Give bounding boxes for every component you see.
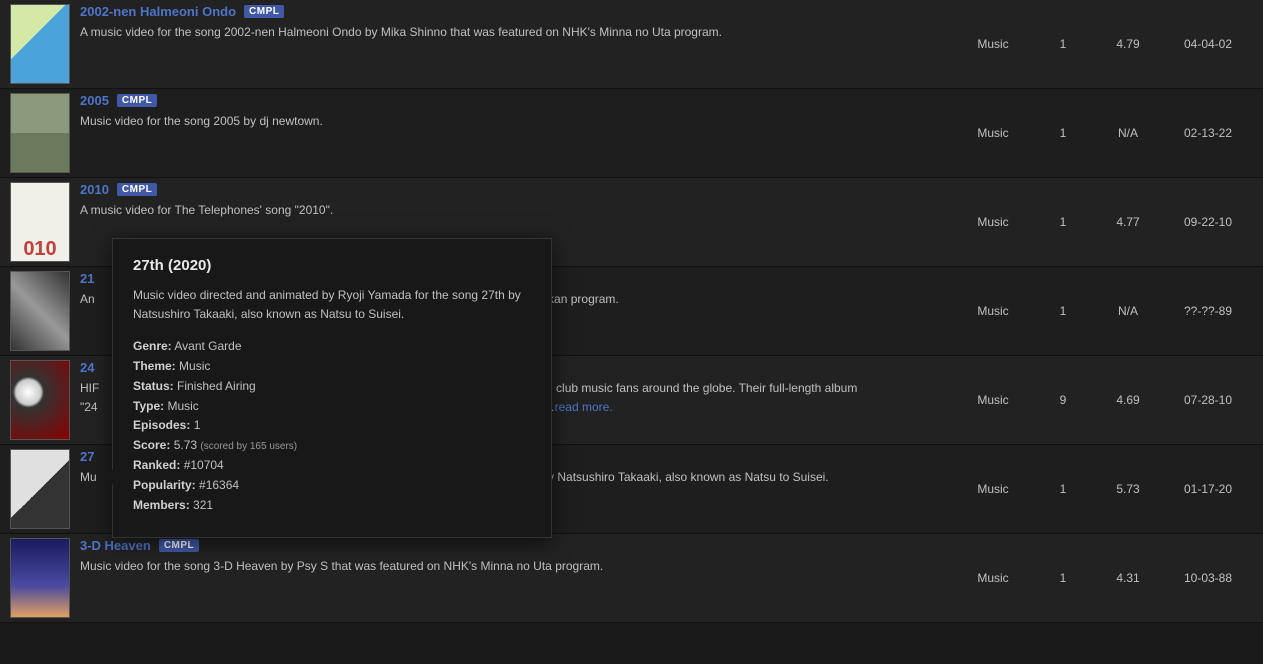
title-link[interactable]: 2010 [80, 182, 109, 197]
score-cell: 4.69 [1093, 393, 1163, 407]
title-line: 2005 CMPL [80, 93, 943, 108]
hover-card-title: 27th (2020) [133, 257, 531, 274]
table-row: 2002-nen Halmeoni Ondo CMPL A music vide… [0, 0, 1263, 89]
thumbnail[interactable] [10, 271, 70, 351]
score-cell: 4.31 [1093, 571, 1163, 585]
description: A music video for the song 2002-nen Halm… [80, 23, 943, 42]
type-cell: Music [953, 571, 1033, 585]
hover-card-genre: Genre: Avant Garde [133, 337, 531, 357]
desc-fragment: An [80, 292, 95, 306]
episodes-cell: 1 [1033, 37, 1093, 51]
hover-card-popularity: Popularity: #16364 [133, 476, 531, 496]
type-cell: Music [953, 304, 1033, 318]
score-cell: 5.73 [1093, 482, 1163, 496]
date-cell: 04-04-02 [1163, 37, 1253, 51]
thumbnail[interactable]: 010 [10, 182, 70, 262]
description: Music video for the song 3-D Heaven by P… [80, 557, 943, 576]
read-more-link[interactable]: read more. [555, 400, 613, 414]
hover-card-score: Score: 5.73 (scored by 165 users) [133, 436, 531, 456]
title-line: 2002-nen Halmeoni Ondo CMPL [80, 4, 943, 19]
main-column: 3-D Heaven CMPL Music video for the song… [80, 538, 953, 576]
date-cell: 02-13-22 [1163, 126, 1253, 140]
main-column: 2010 CMPL A music video for The Telephon… [80, 182, 953, 220]
title-line: 3-D Heaven CMPL [80, 538, 943, 553]
hover-card-ranked: Ranked: #10704 [133, 456, 531, 476]
table-row: 3-D Heaven CMPL Music video for the song… [0, 534, 1263, 623]
hover-card-status: Status: Finished Airing [133, 377, 531, 397]
score-cell: N/A [1093, 126, 1163, 140]
table-row: 2005 CMPL Music video for the song 2005 … [0, 89, 1263, 178]
type-cell: Music [953, 37, 1033, 51]
list-container: 2002-nen Halmeoni Ondo CMPL A music vide… [0, 0, 1263, 623]
desc-fragment: by Natsushiro Takaaki, also known as Nat… [541, 470, 828, 484]
date-cell: 10-03-88 [1163, 571, 1253, 585]
description: Music video for the song 2005 by dj newt… [80, 112, 943, 131]
thumbnail[interactable] [10, 93, 70, 173]
title-line: 2010 CMPL [80, 182, 943, 197]
title-link[interactable]: 2005 [80, 93, 109, 108]
status-badge: CMPL [244, 5, 284, 18]
thumbnail[interactable] [10, 4, 70, 84]
type-cell: Music [953, 126, 1033, 140]
episodes-cell: 1 [1033, 126, 1093, 140]
type-cell: Music [953, 393, 1033, 407]
episodes-cell: 1 [1033, 304, 1093, 318]
score-cell: 4.77 [1093, 215, 1163, 229]
type-cell: Music [953, 482, 1033, 496]
main-column: 2002-nen Halmeoni Ondo CMPL A music vide… [80, 4, 953, 42]
thumbnail[interactable] [10, 538, 70, 618]
hover-card-members: Members: 321 [133, 496, 531, 516]
title-link[interactable]: 3-D Heaven [80, 538, 151, 553]
date-cell: ??-??-89 [1163, 304, 1253, 318]
episodes-cell: 1 [1033, 215, 1093, 229]
main-column: 2005 CMPL Music video for the song 2005 … [80, 93, 953, 131]
hover-card-description: Music video directed and animated by Ryo… [133, 286, 531, 323]
hover-card-episodes: Episodes: 1 [133, 416, 531, 436]
thumbnail[interactable] [10, 360, 70, 440]
episodes-cell: 1 [1033, 571, 1093, 585]
score-cell: N/A [1093, 304, 1163, 318]
hover-card: 27th (2020) Music video directed and ani… [112, 238, 552, 538]
tooltip-arrow-icon [104, 469, 113, 485]
episodes-cell: 9 [1033, 393, 1093, 407]
status-badge: CMPL [159, 539, 199, 552]
title-link[interactable]: 21 [80, 271, 94, 286]
date-cell: 07-28-10 [1163, 393, 1253, 407]
desc-fragment: HIF [80, 381, 99, 395]
status-badge: CMPL [117, 94, 157, 107]
status-badge: CMPL [117, 183, 157, 196]
desc-fragment: Mu [80, 470, 97, 484]
episodes-cell: 1 [1033, 482, 1093, 496]
date-cell: 01-17-20 [1163, 482, 1253, 496]
desc-fragment: d club music fans around the globe. Thei… [546, 381, 857, 395]
type-cell: Music [953, 215, 1033, 229]
hover-card-type: Type: Music [133, 397, 531, 417]
title-link[interactable]: 24 [80, 360, 94, 375]
date-cell: 09-22-10 [1163, 215, 1253, 229]
desc-fragment: ukan program. [541, 292, 618, 306]
hover-card-theme: Theme: Music [133, 357, 531, 377]
thumbnail[interactable] [10, 449, 70, 529]
title-link[interactable]: 27 [80, 449, 94, 464]
score-cell: 4.79 [1093, 37, 1163, 51]
desc-fragment: "24 [80, 400, 98, 414]
title-link[interactable]: 2002-nen Halmeoni Ondo [80, 4, 236, 19]
description: A music video for The Telephones' song "… [80, 201, 943, 220]
